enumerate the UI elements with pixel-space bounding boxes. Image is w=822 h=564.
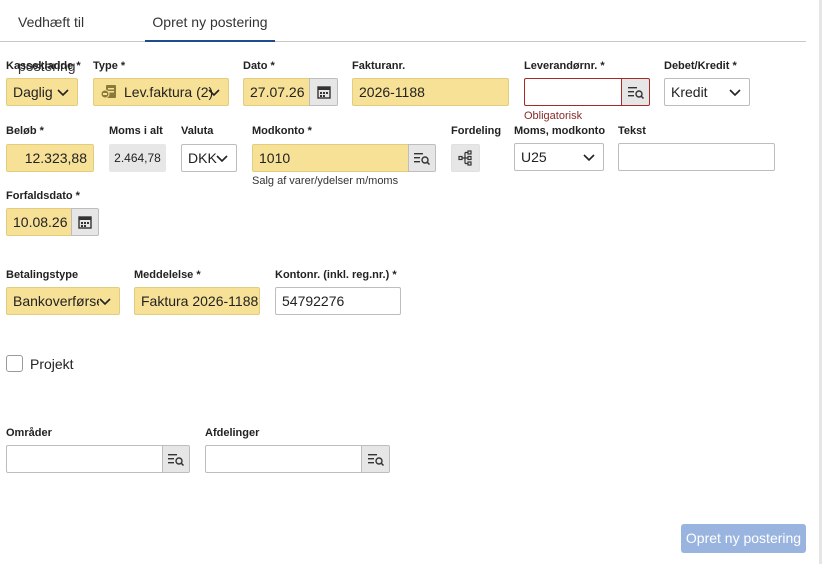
modkonto-label: Modkonto * xyxy=(252,125,312,137)
kontonr-input[interactable]: 54792276 xyxy=(275,287,401,315)
kassekladde-select[interactable]: Daglig xyxy=(6,78,78,106)
kassekladde-value: Daglig xyxy=(13,84,53,100)
forfaldsdato-input[interactable]: 10.08.26 xyxy=(6,208,72,236)
chevron-down-icon xyxy=(729,89,741,97)
betalingstype-select[interactable]: Bankoverførsel xyxy=(6,287,120,315)
valuta-label: Valuta xyxy=(181,125,214,137)
kassekladde-label: Kassekladde * xyxy=(6,60,81,72)
type-select[interactable]: Lev.faktura (2) xyxy=(93,78,229,106)
leverandornr-error: Obligatorisk xyxy=(524,110,583,122)
tekst-input[interactable] xyxy=(618,143,775,171)
afdelinger-input[interactable] xyxy=(205,445,362,473)
projekt-label: Projekt xyxy=(30,356,74,372)
betalingstype-value: Bankoverførsel xyxy=(13,293,108,309)
meddelelse-input[interactable]: Faktura 2026-1188 xyxy=(134,287,260,315)
modkonto-lookup-button[interactable] xyxy=(408,144,436,172)
debet-kredit-select[interactable]: Kredit xyxy=(664,78,750,106)
chevron-down-icon xyxy=(99,296,111,306)
chevron-down-icon xyxy=(208,89,220,97)
type-label: Type * xyxy=(93,60,126,72)
moms-modkonto-value: U25 xyxy=(521,149,547,165)
betalingstype-label: Betalingstype xyxy=(6,269,79,281)
type-value: Lev.faktura (2) xyxy=(124,84,214,100)
chevron-down-icon xyxy=(216,155,228,163)
list-search-icon xyxy=(414,153,431,165)
leverandornr-label: Leverandørnr. * xyxy=(524,60,605,72)
tab-create-posting[interactable]: Opret ny postering xyxy=(145,0,275,42)
modkonto-description: Salg af varer/ydelser m/moms xyxy=(252,175,399,187)
moms-modkonto-select[interactable]: U25 xyxy=(514,143,604,171)
fakturanr-input[interactable]: 2026-1188 xyxy=(352,78,509,106)
tekst-label: Tekst xyxy=(618,125,646,137)
moms-modkonto-label: Moms, modkonto xyxy=(514,125,606,137)
projekt-checkbox[interactable] xyxy=(6,355,23,372)
supplier-invoice-icon xyxy=(100,85,116,99)
list-search-icon xyxy=(367,454,384,466)
omrader-lookup-button[interactable] xyxy=(162,445,190,473)
chevron-down-icon xyxy=(583,154,595,162)
valuta-value: DKK xyxy=(188,150,217,166)
dato-input[interactable]: 27.07.26 xyxy=(243,78,310,106)
calendar-icon xyxy=(316,86,331,99)
forfaldsdato-label: Forfaldsdato * xyxy=(6,190,80,202)
calendar-icon xyxy=(78,216,92,229)
omrader-label: Områder xyxy=(6,427,52,439)
belob-label: Beløb * xyxy=(6,125,44,137)
debet-kredit-value: Kredit xyxy=(671,84,708,100)
dato-label: Dato * xyxy=(243,60,275,72)
chevron-down-icon xyxy=(57,89,69,97)
create-posting-button[interactable]: Opret ny postering xyxy=(681,524,806,553)
leverandor-lookup-button[interactable] xyxy=(621,78,650,106)
meddelelse-label: Meddelelse * xyxy=(134,269,201,281)
debet-kredit-label: Debet/Kredit * xyxy=(664,60,737,72)
omrader-input[interactable] xyxy=(6,445,163,473)
modkonto-input[interactable]: 1010 xyxy=(252,144,410,172)
due-date-picker-button[interactable] xyxy=(71,208,99,236)
afdelinger-label: Afdelinger xyxy=(205,427,260,439)
distribution-tree-icon xyxy=(457,150,472,166)
moms-i-alt-value: 2.464,78 xyxy=(109,144,166,172)
tab-bar: Vedhæft til postering Opret ny postering xyxy=(0,0,806,74)
leverandornr-input[interactable] xyxy=(524,78,622,106)
date-picker-button[interactable] xyxy=(309,78,338,106)
valuta-select[interactable]: DKK xyxy=(181,144,237,172)
moms-i-alt-label: Moms i alt xyxy=(109,125,163,137)
fordeling-button[interactable] xyxy=(451,144,480,172)
list-search-icon xyxy=(627,87,644,99)
tab-attach-to-posting[interactable]: Vedhæft til postering xyxy=(6,0,138,74)
belob-input[interactable]: 12.323,88 xyxy=(6,144,94,172)
list-search-icon xyxy=(168,454,185,466)
fakturanr-label: Fakturanr. xyxy=(352,60,406,72)
kontonr-label: Kontonr. (inkl. reg.nr.) * xyxy=(275,269,397,281)
afdelinger-lookup-button[interactable] xyxy=(361,445,390,473)
fordeling-label: Fordeling xyxy=(451,125,502,137)
